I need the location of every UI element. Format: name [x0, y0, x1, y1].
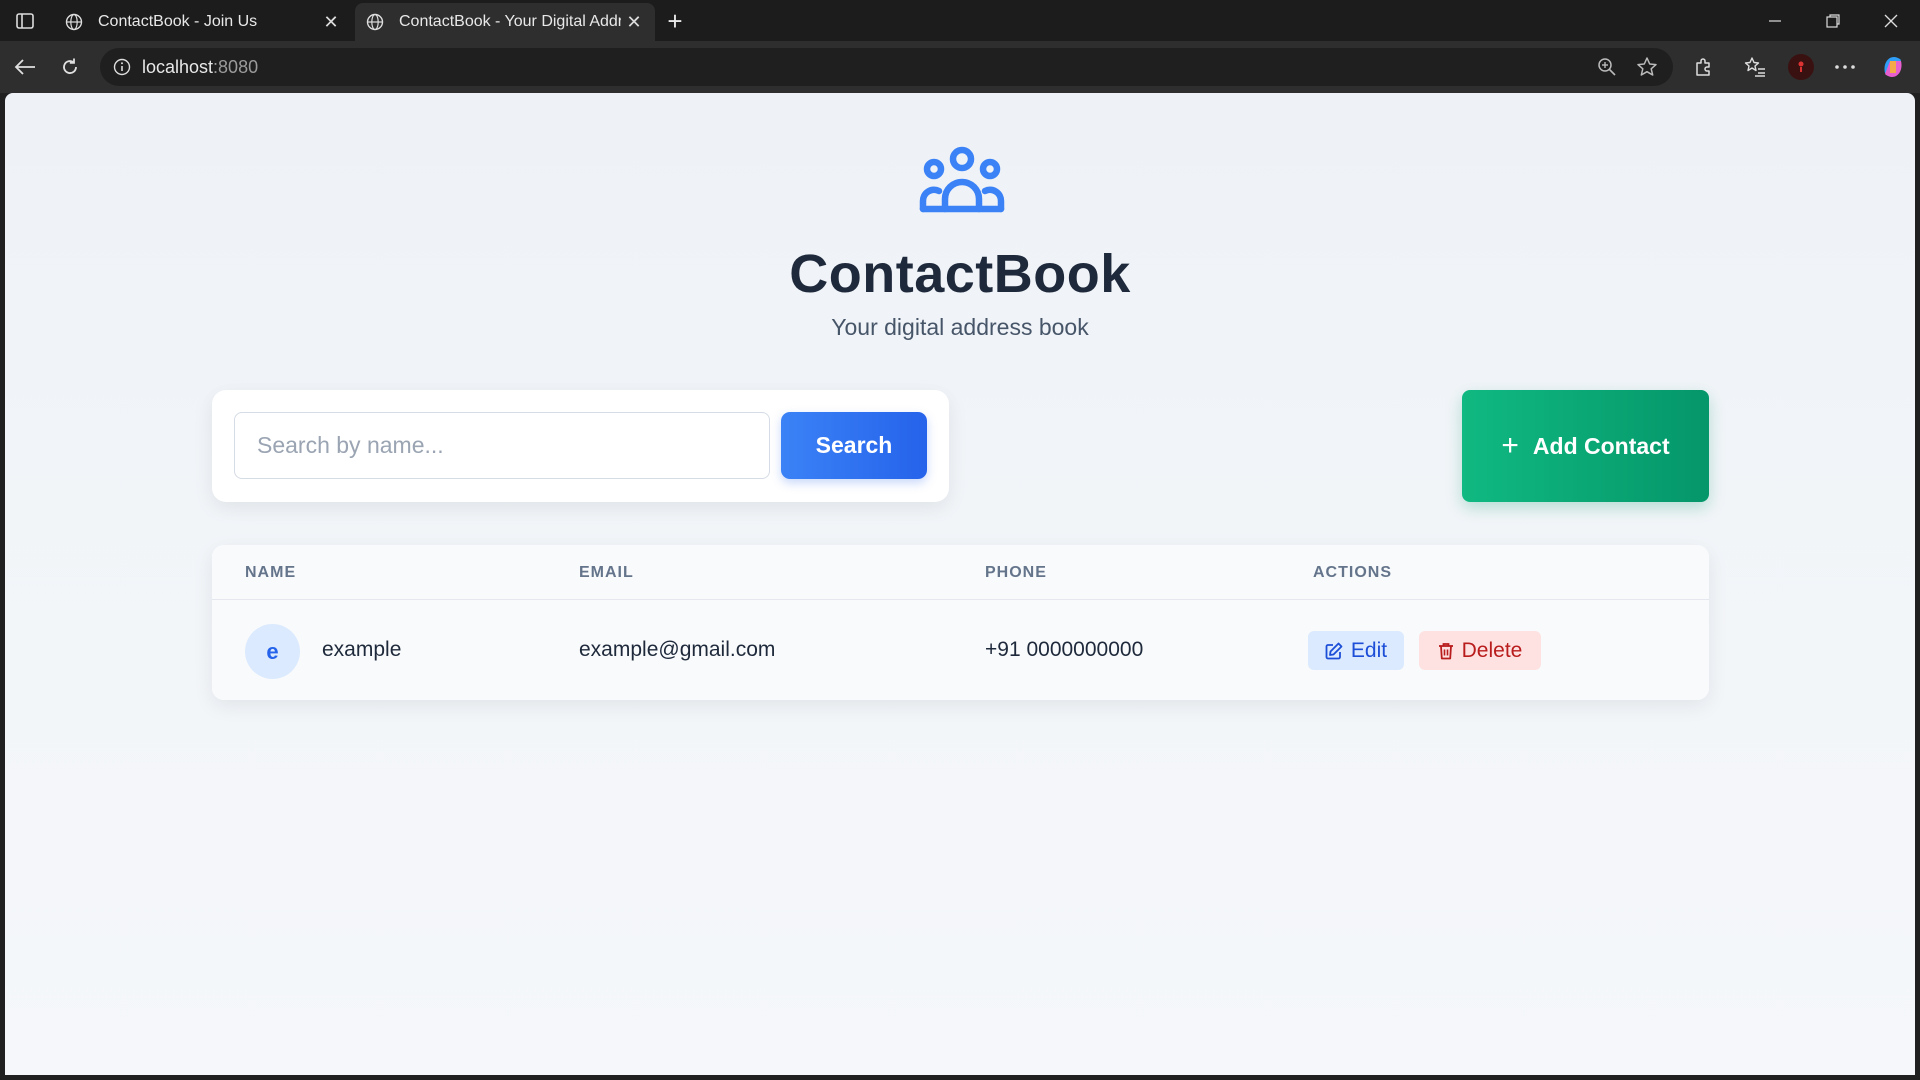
address-bar-row: localhost:8080	[0, 41, 1920, 93]
contact-email: example@gmail.com	[579, 638, 776, 661]
url-text: localhost:8080	[142, 57, 258, 78]
search-button[interactable]: Search	[781, 412, 927, 479]
more-menu-icon[interactable]	[1829, 51, 1861, 83]
close-window-icon[interactable]	[1862, 0, 1920, 41]
avatar: e	[245, 624, 300, 679]
new-tab-plus-icon[interactable]: +	[660, 6, 690, 36]
tab-title: ContactBook - Your Digital Addre	[399, 13, 621, 30]
trash-icon	[1438, 642, 1454, 660]
add-contact-label: Add Contact	[1532, 432, 1670, 459]
back-arrow-icon[interactable]	[9, 51, 41, 83]
plus-icon: +	[1501, 429, 1519, 462]
url-field[interactable]: localhost:8080	[100, 48, 1673, 86]
close-icon[interactable]: ✕	[318, 9, 344, 35]
table-row: e example example@gmail.com +91 00000000…	[212, 600, 1709, 700]
browser-tab-contactbook[interactable]: ContactBook - Your Digital Addre ✕	[355, 3, 655, 41]
column-header-phone: PHONE	[985, 564, 1047, 581]
app-subtitle: Your digital address book	[831, 314, 1089, 340]
table-header: NAME EMAIL PHONE ACTIONS	[212, 545, 1709, 600]
page-viewport: ContactBook Your digital address book Se…	[5, 93, 1915, 1075]
copilot-icon[interactable]	[1877, 51, 1909, 83]
favorites-list-icon[interactable]	[1739, 51, 1771, 83]
restore-icon[interactable]	[1804, 0, 1862, 41]
close-icon[interactable]: ✕	[621, 9, 647, 35]
profile-avatar-icon[interactable]	[1785, 51, 1817, 83]
globe-icon	[64, 12, 84, 32]
search-input[interactable]	[234, 412, 770, 479]
url-host: localhost	[142, 56, 214, 77]
edit-button[interactable]: Edit	[1308, 631, 1404, 670]
add-contact-button[interactable]: + Add Contact	[1462, 390, 1709, 502]
favorite-star-icon[interactable]	[1632, 55, 1662, 79]
globe-icon	[365, 12, 385, 32]
column-header-name: NAME	[245, 564, 297, 581]
users-group-icon	[919, 145, 1005, 215]
sidebar-toggle-icon[interactable]	[10, 8, 40, 34]
url-port: :8080	[213, 56, 259, 77]
delete-label: Delete	[1461, 638, 1523, 662]
column-header-email: EMAIL	[579, 564, 634, 581]
app-title: ContactBook	[789, 244, 1131, 304]
edit-label: Edit	[1350, 638, 1388, 662]
minimize-icon[interactable]	[1746, 0, 1804, 41]
contact-name: example	[322, 638, 402, 661]
browser-tab-join[interactable]: ContactBook - Join Us ✕	[54, 3, 352, 41]
extensions-puzzle-icon[interactable]	[1688, 51, 1720, 83]
search-card: Search	[212, 390, 949, 502]
contact-phone: +91 0000000000	[985, 638, 1144, 661]
delete-button[interactable]: Delete	[1419, 631, 1541, 670]
column-header-actions: ACTIONS	[1313, 564, 1392, 581]
contacts-table: NAME EMAIL PHONE ACTIONS e example examp…	[212, 545, 1709, 700]
site-info-icon[interactable]	[112, 57, 132, 77]
zoom-icon[interactable]	[1592, 55, 1622, 79]
browser-tab-bar: ContactBook - Join Us ✕ ContactBook - Yo…	[0, 0, 1920, 41]
tab-title: ContactBook - Join Us	[98, 13, 258, 30]
edit-icon	[1325, 642, 1343, 660]
reload-icon[interactable]	[54, 51, 86, 83]
